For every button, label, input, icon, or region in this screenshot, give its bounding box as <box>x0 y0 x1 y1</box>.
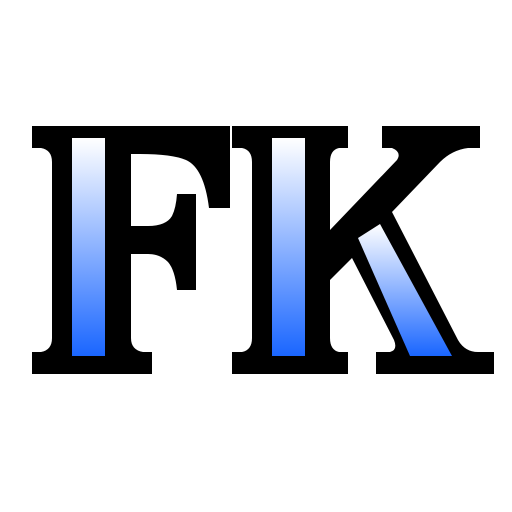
letter-k-inner-stem <box>272 138 305 356</box>
letter-f <box>32 126 230 374</box>
letter-f-inner-stem <box>72 138 105 356</box>
letter-f-outline <box>32 126 230 374</box>
fk-monogram-logo <box>32 126 494 374</box>
letter-k <box>232 126 494 374</box>
letter-k-outline <box>232 126 494 374</box>
logo-canvas <box>0 0 512 512</box>
